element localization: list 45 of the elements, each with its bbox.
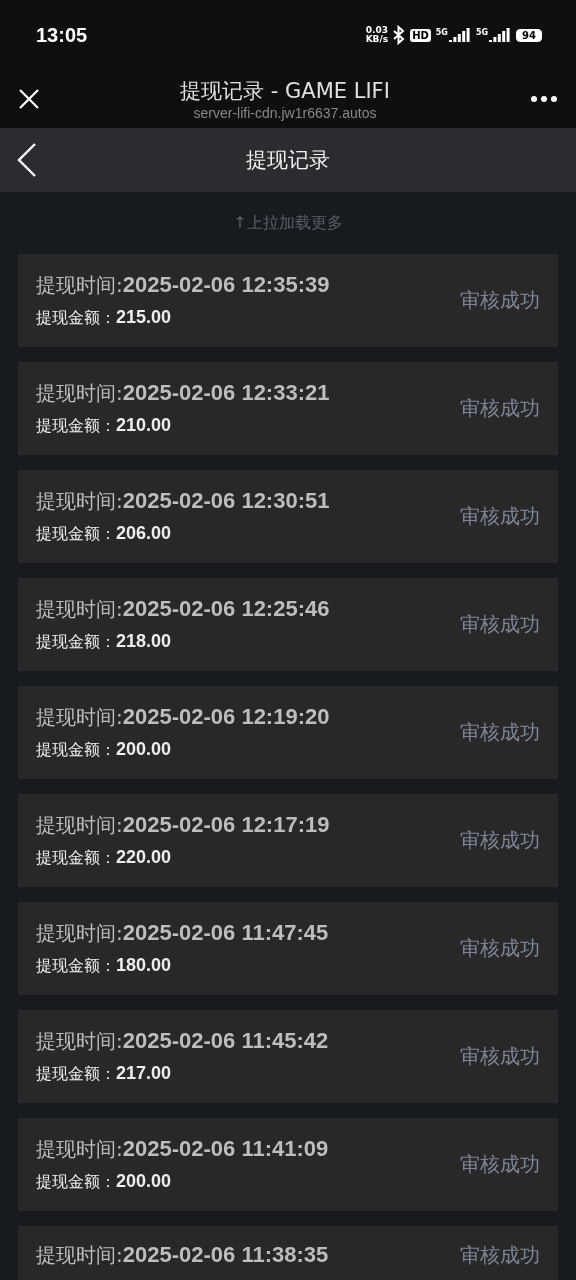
clock: 13:05 [36, 23, 88, 47]
status-label: 审核成功 [460, 611, 540, 638]
withdraw-time: 提现时间:2025-02-06 12:33:21 [36, 380, 331, 407]
withdraw-amount: 提现金额：180.00 [36, 955, 173, 977]
status-label: 审核成功 [460, 1151, 540, 1178]
hd-badge: HD [410, 28, 431, 42]
signal-icon [489, 28, 512, 42]
withdraw-time: 提现时间:2025-02-06 11:41:09 [36, 1136, 330, 1163]
back-button[interactable] [16, 142, 38, 178]
network-label: 5G [435, 28, 448, 37]
withdraw-amount: 提现金额：210.00 [36, 415, 173, 437]
page-title: 提现记录 - GAME LIFI [180, 78, 390, 105]
withdraw-amount: 提现金额：220.00 [36, 847, 173, 869]
status-label: 审核成功 [460, 287, 540, 314]
withdraw-time: 提现时间:2025-02-06 12:30:51 [36, 488, 331, 515]
withdraw-time: 提现时间:2025-02-06 11:38:35 [36, 1242, 330, 1269]
withdraw-amount: 提现金额：215.00 [36, 307, 173, 329]
page-url: server-lifi-cdn.jw1r6637.autos [193, 105, 377, 121]
withdraw-amount: 提现金额：206.00 [36, 523, 173, 545]
network-label: 5G [475, 28, 489, 37]
withdraw-time: 提现时间:2025-02-06 12:17:19 [36, 812, 331, 839]
load-more-hint: ↑上拉加载更多 [233, 212, 343, 234]
bluetooth-icon [393, 25, 406, 45]
withdraw-time: 提现时间:2025-02-06 12:25:46 [36, 596, 331, 623]
withdraw-time: 提现时间:2025-02-06 12:19:20 [36, 704, 331, 731]
status-label: 审核成功 [460, 1242, 540, 1269]
status-label: 审核成功 [460, 719, 540, 746]
network-speed: 0.03 KB/s [365, 26, 389, 44]
status-label: 审核成功 [460, 1043, 540, 1070]
signal-icon [448, 28, 471, 42]
withdraw-amount: 提现金额：217.00 [36, 1063, 173, 1085]
status-label: 审核成功 [460, 395, 540, 422]
withdraw-time: 提现时间:2025-02-06 12:35:39 [36, 272, 331, 299]
withdraw-amount: 提现金额：200.00 [36, 1171, 173, 1193]
close-button[interactable] [18, 88, 40, 110]
withdraw-amount: 提现金额：218.00 [36, 631, 173, 653]
withdraw-time: 提现时间:2025-02-06 11:45:42 [36, 1028, 330, 1055]
more-button[interactable] [530, 95, 558, 103]
status-label: 审核成功 [460, 827, 540, 854]
status-label: 审核成功 [460, 503, 540, 530]
status-label: 审核成功 [460, 935, 540, 962]
withdraw-time: 提现时间:2025-02-06 11:47:45 [36, 920, 330, 947]
screen-title: 提现记录 [245, 147, 331, 174]
battery-indicator: 94 [516, 28, 542, 42]
withdraw-amount: 提现金额：200.00 [36, 739, 173, 761]
